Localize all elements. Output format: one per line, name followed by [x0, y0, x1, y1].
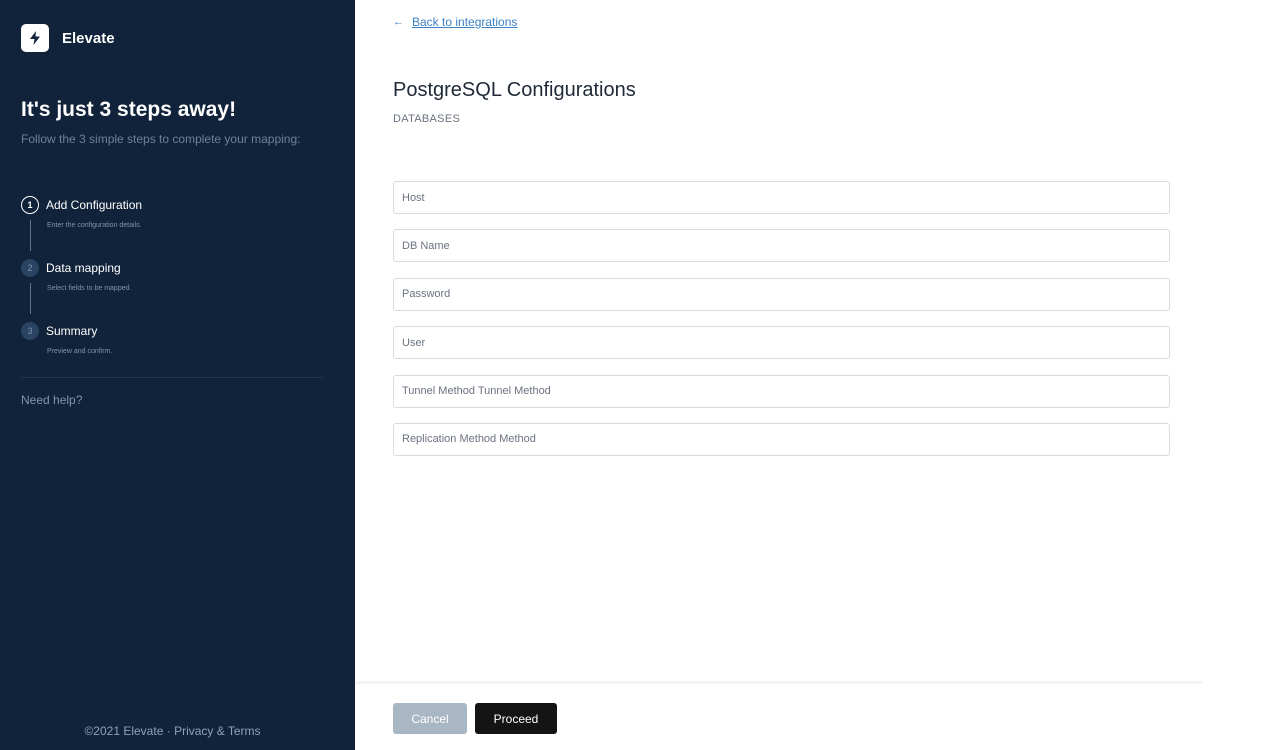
- brand-name: Elevate: [62, 29, 115, 47]
- step-number-badge: 2: [21, 259, 39, 277]
- step-label: Data mapping: [46, 261, 121, 275]
- step-label: Summary: [46, 324, 98, 338]
- step-description: Enter the configuration details.: [47, 222, 142, 229]
- step-summary[interactable]: 3 Summary Preview and confirm.: [21, 322, 331, 385]
- page-title: PostgreSQL Configurations: [393, 79, 636, 101]
- privacy-terms-link[interactable]: Privacy & Terms: [174, 724, 260, 738]
- password-input[interactable]: [393, 277, 1170, 311]
- arrow-left-icon: ←: [393, 16, 404, 28]
- step-number-badge: 1: [21, 196, 39, 214]
- back-to-integrations-link[interactable]: ← Back to integrations: [393, 15, 517, 29]
- sidebar-footer: ©2021 Elevate · Privacy & Terms: [0, 724, 345, 738]
- copyright-text: ©2021 Elevate: [84, 724, 164, 738]
- configuration-form: [393, 181, 1170, 471]
- lightning-logo-icon: [21, 24, 49, 52]
- step-data-mapping[interactable]: 2 Data mapping Select fields to be mappe…: [21, 259, 331, 322]
- db-name-input[interactable]: [393, 229, 1170, 263]
- sidebar: Elevate It's just 3 steps away! Follow t…: [0, 0, 355, 750]
- step-add-configuration[interactable]: 1 Add Configuration Enter the configurat…: [21, 196, 331, 259]
- tunnel-method-input[interactable]: [393, 374, 1170, 408]
- host-input[interactable]: [393, 181, 1170, 214]
- sidebar-title: It's just 3 steps away!: [21, 98, 237, 121]
- step-number-badge: 3: [21, 322, 39, 340]
- back-link-label: Back to integrations: [412, 15, 518, 29]
- steps-list: 1 Add Configuration Enter the configurat…: [21, 196, 331, 385]
- step-description: Preview and confirm.: [47, 348, 113, 355]
- footer-divider: [355, 681, 1202, 684]
- footer-separator: ·: [166, 724, 171, 738]
- sidebar-divider: [21, 377, 323, 378]
- user-input[interactable]: [393, 326, 1170, 360]
- step-connector-line: [30, 220, 31, 251]
- main-content: ← Back to integrations PostgreSQL Config…: [355, 0, 1284, 750]
- step-label: Add Configuration: [46, 198, 143, 212]
- brand[interactable]: Elevate: [21, 24, 115, 52]
- proceed-button[interactable]: Proceed: [475, 703, 557, 734]
- step-description: Select fields to be mapped.: [47, 285, 132, 292]
- page-subtitle: DATABASES: [393, 113, 461, 125]
- replication-method-input[interactable]: [393, 422, 1170, 456]
- cancel-button[interactable]: Cancel: [393, 703, 467, 734]
- need-help-link[interactable]: Need help?: [21, 393, 82, 407]
- step-connector-line: [30, 283, 31, 314]
- sidebar-subtitle: Follow the 3 simple steps to complete yo…: [21, 132, 301, 146]
